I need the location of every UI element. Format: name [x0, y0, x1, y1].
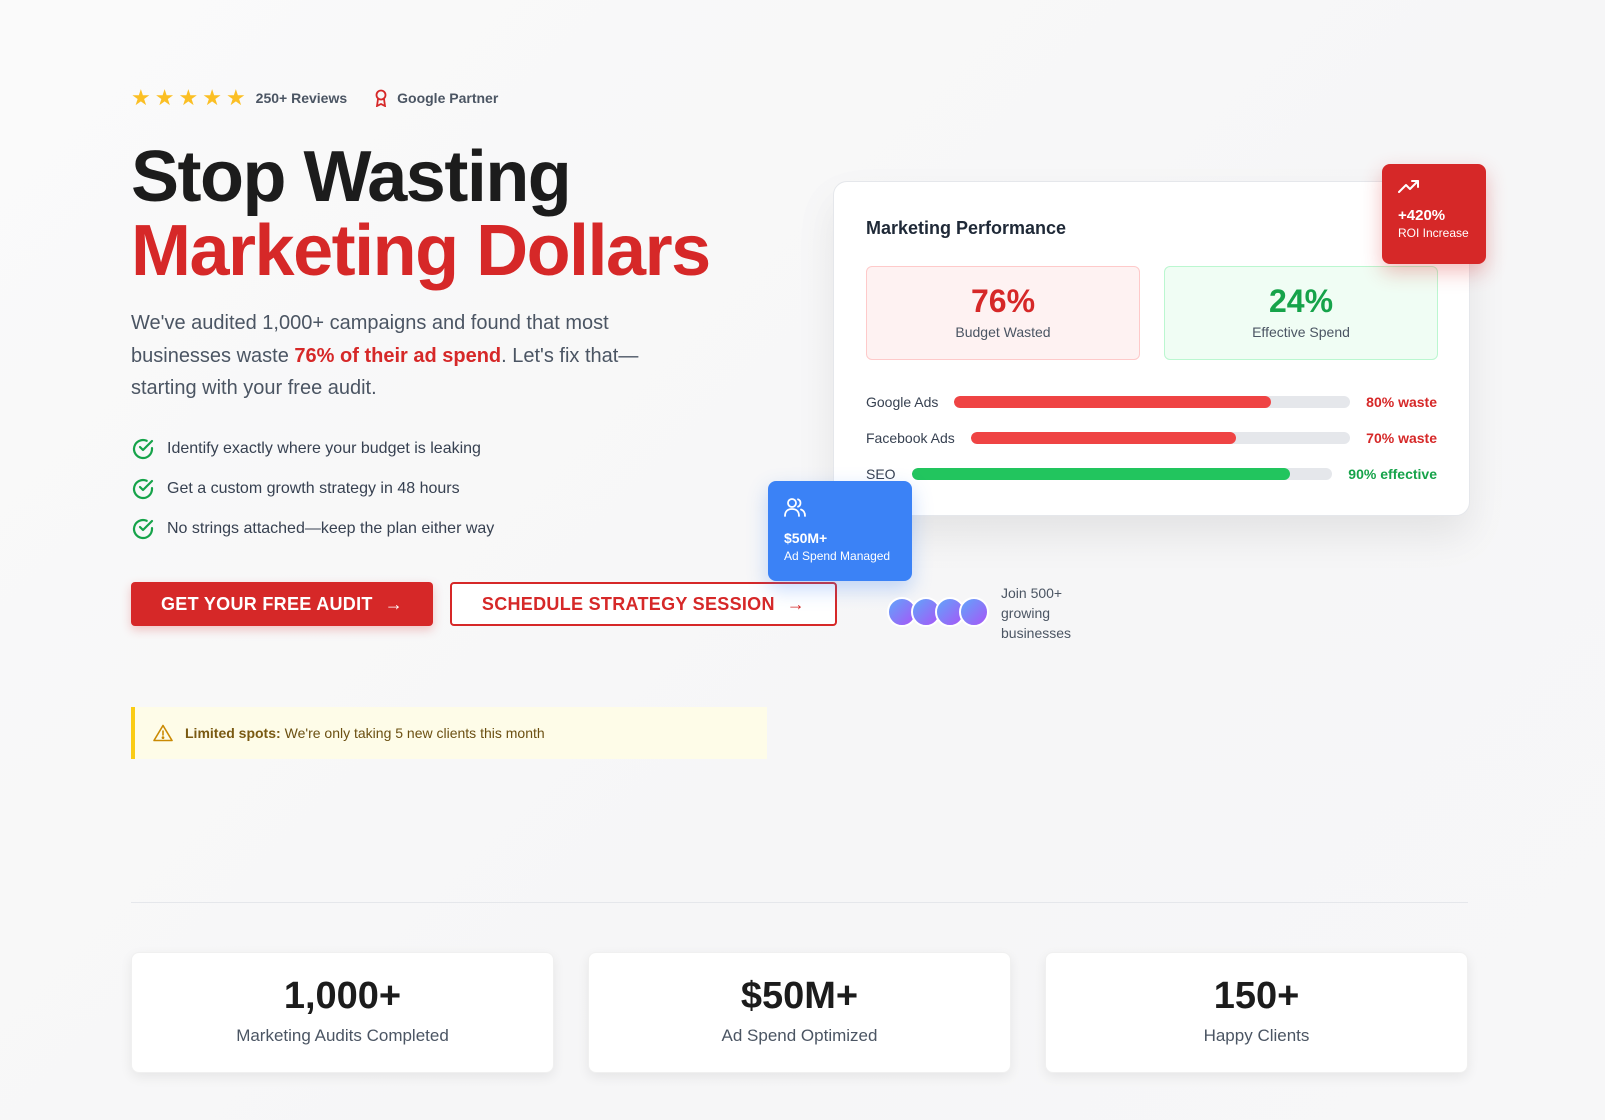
- google-partner-badge: Google Partner: [373, 89, 498, 107]
- arrow-right-icon: →: [786, 593, 806, 614]
- checklist-item: No strings attached—keep the plan either…: [131, 517, 494, 541]
- channel-row: Facebook Ads 70% waste: [866, 428, 1437, 448]
- channel-row: Google Ads 80% waste: [866, 392, 1437, 412]
- checklist-item: Identify exactly where your budget is le…: [131, 437, 494, 461]
- hero-subtext: We've audited 1,000+ campaigns and found…: [131, 307, 651, 405]
- check-circle-icon: [132, 438, 154, 460]
- stat-value: $50M+: [740, 975, 859, 1017]
- join-businesses-text: Join 500+ growing businesses: [1001, 585, 1072, 641]
- notice-bold: Limited spots:: [185, 725, 281, 741]
- star-icon: ★: [202, 85, 222, 110]
- schedule-session-button[interactable]: SCHEDULE STRATEGY SESSION →: [450, 582, 837, 626]
- hero-title: Stop Wasting Marketing Dollars: [131, 137, 711, 291]
- stat-label: Ad Spend Optimized: [721, 1026, 878, 1045]
- channel-status: 90% effective: [1348, 466, 1437, 482]
- checklist-text: Identify exactly where your budget is le…: [167, 440, 481, 457]
- budget-wasted-value: 76%: [970, 283, 1036, 319]
- schedule-session-label: SCHEDULE STRATEGY SESSION: [481, 593, 775, 614]
- progress-track: [954, 396, 1351, 408]
- warning-icon: [153, 724, 173, 742]
- star-icon: ★: [178, 85, 199, 110]
- star-icon: ★: [225, 85, 246, 110]
- stat-value: 150+: [1213, 975, 1300, 1017]
- stat-card-ad-spend: $50M+ Ad Spend Optimized: [588, 952, 1011, 1073]
- check-circle-icon: [132, 518, 154, 540]
- channel-row: SEO 90% effective: [866, 464, 1437, 484]
- stat-card-clients: 150+ Happy Clients: [1045, 952, 1468, 1073]
- channel-status: 70% waste: [1366, 430, 1437, 446]
- progress-track: [970, 432, 1351, 444]
- stat-card-audits: 1,000+ Marketing Audits Completed: [131, 952, 554, 1073]
- notice-text: We're only taking 5 new clients this mon…: [284, 725, 545, 741]
- star-rating: ★ ★ ★ ★ ★: [131, 87, 246, 109]
- progress-track: [911, 468, 1333, 480]
- google-partner-label: Google Partner: [397, 90, 499, 106]
- effective-spend-value: 24%: [1268, 283, 1334, 319]
- free-audit-label: GET YOUR FREE AUDIT: [160, 593, 373, 614]
- arrow-right-icon: →: [384, 593, 404, 614]
- effective-spend-box: 24% Effective Spend: [1164, 266, 1438, 360]
- trust-row: ★ ★ ★ ★ ★ 250+ Reviews Google Partner: [131, 86, 498, 110]
- roi-badge: +420% ROI Increase: [1382, 164, 1486, 264]
- free-audit-button[interactable]: GET YOUR FREE AUDIT →: [131, 582, 433, 626]
- subtext-highlight: 76% of their ad spend: [294, 344, 502, 367]
- roi-label: ROI Increase: [1398, 226, 1469, 240]
- section-divider: [131, 902, 1468, 903]
- checklist-text: Get a custom growth strategy in 48 hours: [167, 480, 460, 497]
- channel-name: Google Ads: [866, 394, 939, 410]
- budget-wasted-label: Budget Wasted: [955, 324, 1051, 340]
- progress-fill: [954, 396, 1272, 408]
- hero-title-line2: Marketing Dollars: [131, 211, 711, 291]
- benefit-checklist: Identify exactly where your budget is le…: [131, 437, 494, 557]
- stat-value: 1,000+: [283, 975, 402, 1017]
- effective-spend-label: Effective Spend: [1252, 324, 1350, 340]
- ad-spend-label: Ad Spend Managed: [784, 549, 891, 563]
- award-icon: [375, 89, 387, 107]
- hero-title-line1: Stop Wasting: [131, 137, 572, 217]
- users-icon: [784, 498, 806, 517]
- checklist-text: No strings attached—keep the plan either…: [167, 520, 495, 537]
- ad-spend-badge: $50M+ Ad Spend Managed: [768, 481, 912, 581]
- star-icon: ★: [154, 85, 175, 110]
- reviews-count: 250+ Reviews: [255, 90, 348, 106]
- checklist-item: Get a custom growth strategy in 48 hours: [131, 477, 494, 501]
- avatar: [959, 597, 989, 627]
- budget-wasted-box: 76% Budget Wasted: [866, 266, 1140, 360]
- avatar-stack: [887, 597, 989, 627]
- stat-label: Marketing Audits Completed: [236, 1026, 449, 1045]
- star-icon: ★: [131, 85, 151, 110]
- stat-label: Happy Clients: [1203, 1026, 1310, 1045]
- trending-up-icon: [1398, 180, 1419, 193]
- progress-fill: [970, 432, 1237, 444]
- roi-value: +420%: [1398, 207, 1446, 224]
- card-title: Marketing Performance: [866, 218, 1067, 238]
- channel-status: 80% waste: [1366, 394, 1437, 410]
- check-circle-icon: [132, 478, 154, 500]
- channel-name: Facebook Ads: [866, 430, 955, 446]
- channel-name: SEO: [866, 466, 896, 482]
- marketing-performance-card: Marketing Performance 76% Budget Wasted …: [833, 181, 1470, 516]
- ad-spend-value: $50M+: [784, 530, 828, 546]
- limited-spots-notice: Limited spots: We're only taking 5 new c…: [131, 707, 767, 759]
- progress-fill: [911, 468, 1291, 480]
